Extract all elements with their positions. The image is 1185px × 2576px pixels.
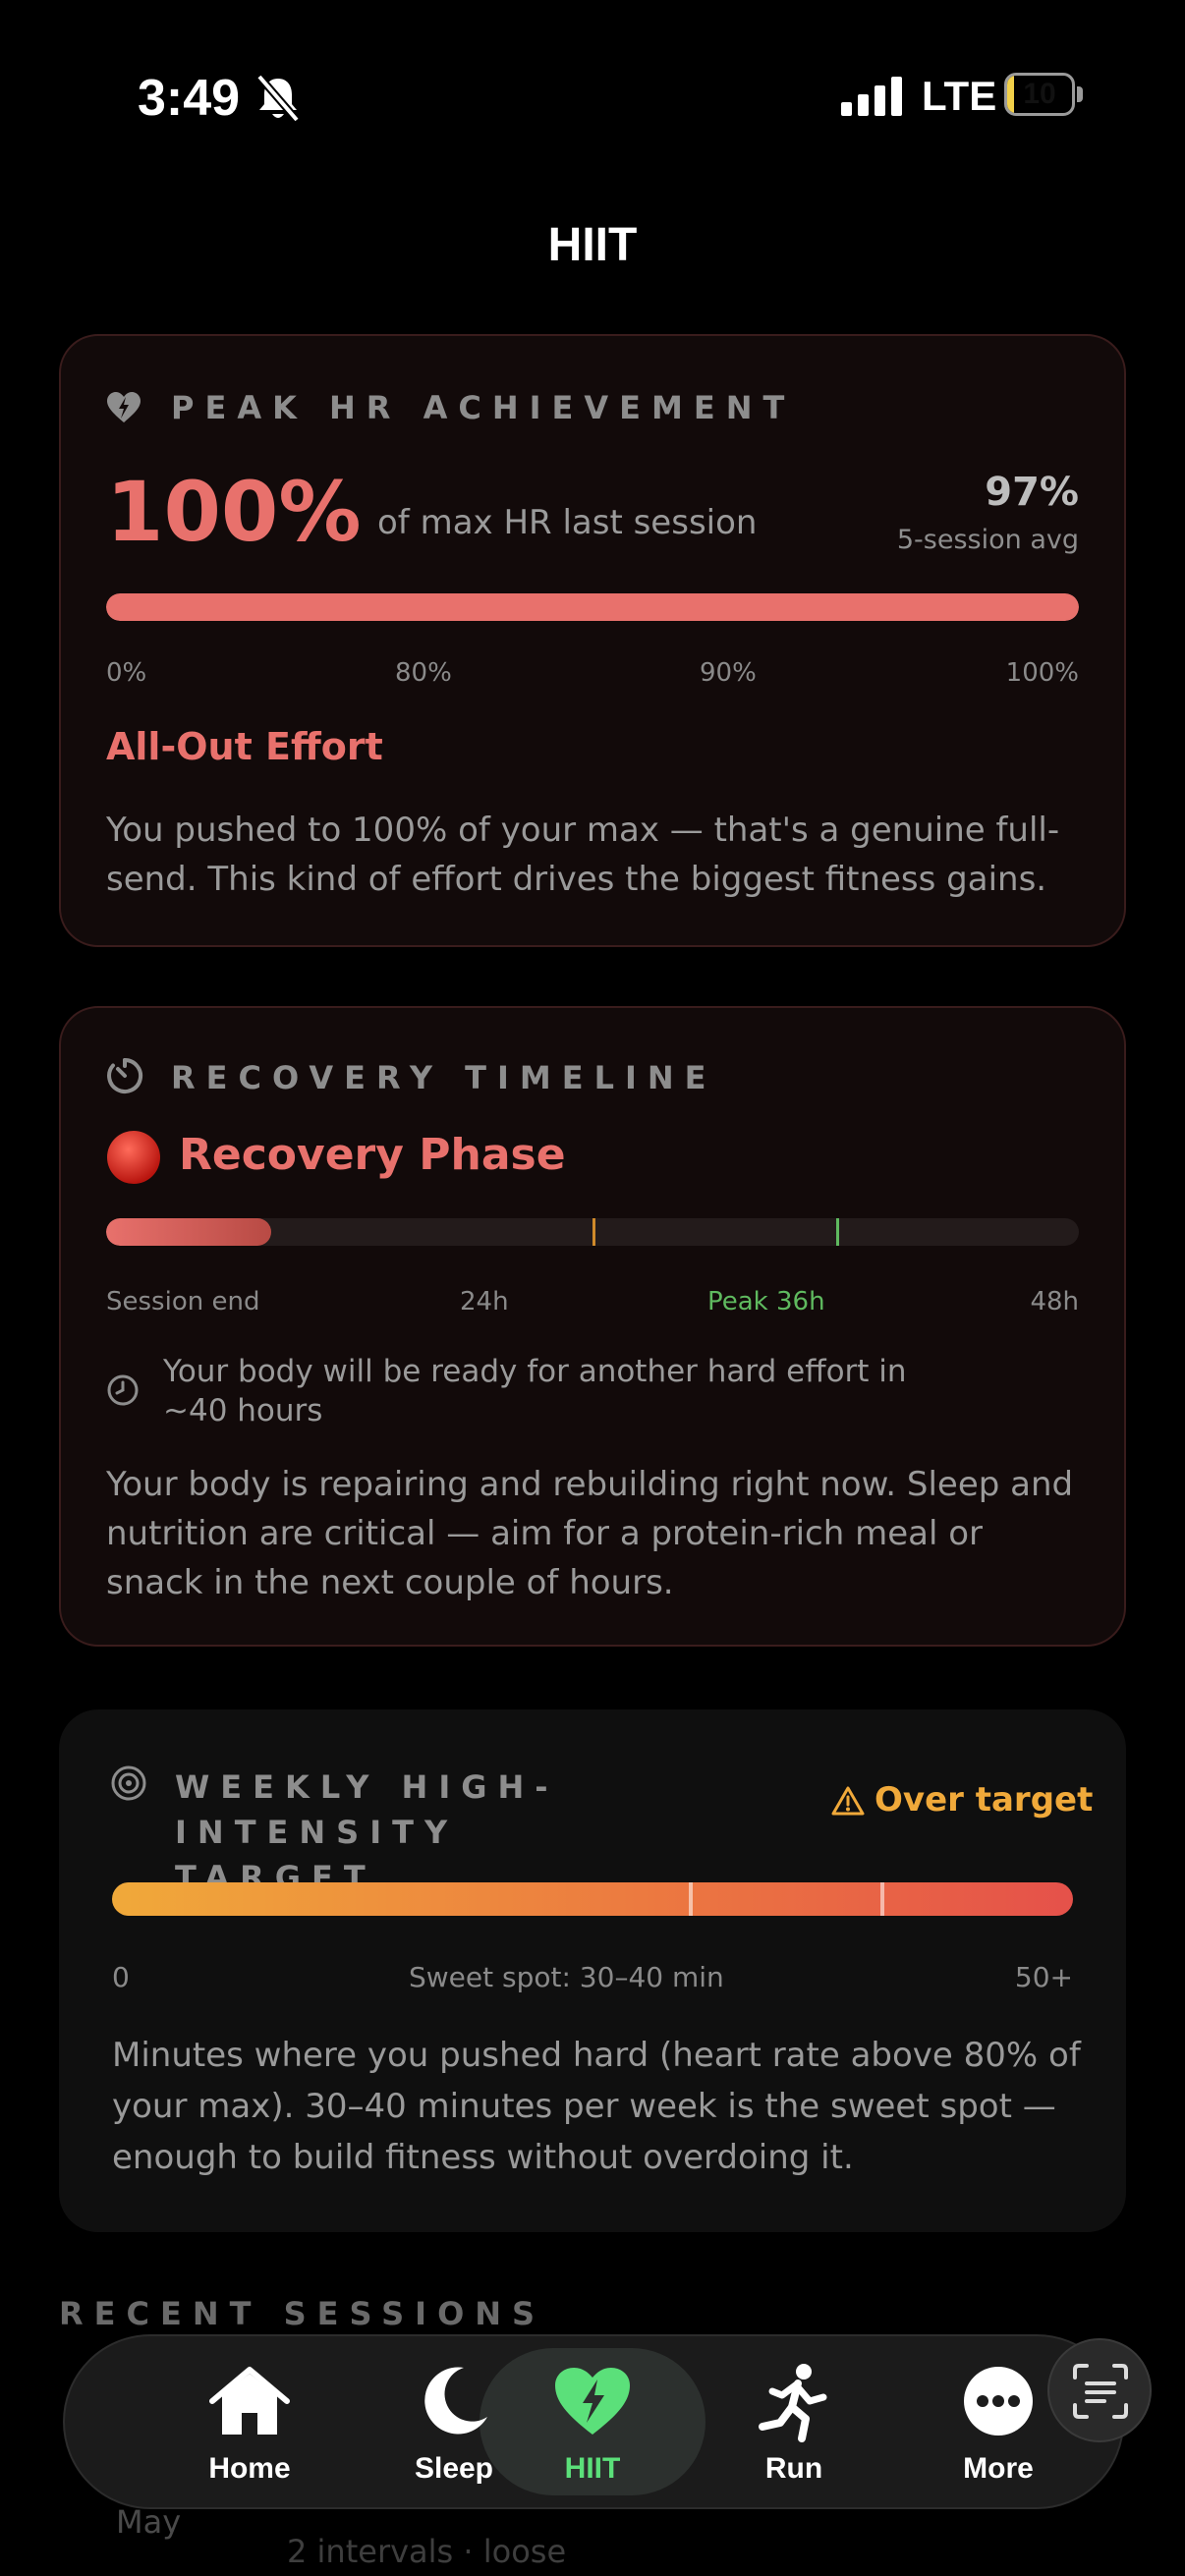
peak-hr-avg-caption: 5-session avg bbox=[896, 525, 1079, 555]
recovery-ready-note: Your body will be ready for another hard… bbox=[163, 1354, 907, 1428]
peak-hr-progress-bar bbox=[106, 593, 1079, 621]
peak-hr-tick-1: 80% bbox=[395, 658, 452, 688]
more-icon bbox=[964, 2367, 1033, 2436]
peak-hr-description: You pushed to 100% of your max — that's … bbox=[106, 811, 1060, 899]
scan-text-icon bbox=[1073, 2364, 1128, 2419]
battery-percent: 10 bbox=[1023, 78, 1056, 110]
recovery-tick-48h: 48h bbox=[1030, 1287, 1079, 1316]
recovery-progress-fill bbox=[106, 1218, 272, 1246]
peak-hr-avg-value: 97% bbox=[985, 470, 1079, 515]
peak-hr-tick-3: 100% bbox=[1005, 658, 1079, 688]
heart-bolt-icon bbox=[107, 392, 141, 422]
recent-sessions-heading: RECENT SESSIONS bbox=[59, 2295, 546, 2332]
tab-run-label: Run bbox=[764, 2452, 823, 2485]
recovery-heading: RECOVERY TIMELINE bbox=[171, 1059, 717, 1096]
runner-icon bbox=[759, 2364, 827, 2442]
peak-hr-value: 100% bbox=[106, 464, 362, 560]
peak-hr-tick-0: 0% bbox=[106, 658, 147, 688]
tab-hiit[interactable]: HIIT bbox=[494, 2336, 691, 2507]
warning-icon bbox=[831, 1786, 865, 1816]
weekly-tick-sweet-spot: Sweet spot: 30–40 min bbox=[409, 1961, 724, 1993]
cellular-signal-icon bbox=[841, 77, 902, 116]
recovery-tick-24h: 24h bbox=[460, 1287, 509, 1316]
page-title: HIIT bbox=[547, 219, 638, 271]
red-circle-icon bbox=[107, 1131, 160, 1184]
sweet-spot-start-marker bbox=[688, 1882, 693, 1916]
weekly-target-card: WEEKLY HIGH-INTENSITY TARGET Over target… bbox=[59, 1709, 1126, 2232]
weekly-target-heading: WEEKLY HIGH-INTENSITY TARGET bbox=[175, 1768, 559, 1896]
peak-hr-heading: PEAK HR ACHIEVEMENT bbox=[171, 389, 796, 426]
heart-bolt-icon bbox=[555, 2368, 630, 2435]
weekly-tick-zero: 0 bbox=[112, 1961, 130, 1993]
tab-home-label: Home bbox=[208, 2452, 291, 2485]
moon-icon bbox=[424, 2367, 487, 2435]
peak-hr-progress-fill bbox=[106, 593, 1079, 621]
peak-hr-value-caption: of max HR last session bbox=[377, 503, 758, 542]
status-time: 3:49 bbox=[138, 70, 241, 127]
network-type: LTE bbox=[922, 73, 997, 119]
weekly-tick-max: 50+ bbox=[1014, 1961, 1073, 1993]
recovery-phase-label: Recovery Phase bbox=[179, 1130, 566, 1180]
bottom-tab-bar: Home Sleep HIIT Run More bbox=[63, 2334, 1124, 2509]
effort-level-title: All-Out Effort bbox=[106, 725, 383, 768]
sweet-spot-end-marker bbox=[880, 1882, 885, 1916]
bell-muted-icon bbox=[255, 74, 301, 123]
scan-text-button[interactable] bbox=[1047, 2338, 1152, 2442]
recovery-marker-24h bbox=[592, 1218, 595, 1246]
tab-home[interactable]: Home bbox=[151, 2336, 348, 2507]
tab-more-label: More bbox=[963, 2452, 1034, 2485]
recovery-tick-peak: Peak 36h bbox=[707, 1287, 825, 1316]
peak-hr-tick-2: 90% bbox=[700, 658, 757, 688]
recovery-tick-start: Session end bbox=[106, 1287, 260, 1316]
clock-icon bbox=[107, 1374, 139, 1406]
battery-icon: 10 bbox=[1004, 73, 1075, 116]
recovery-card: RECOVERY TIMELINE Recovery Phase Session… bbox=[59, 1006, 1126, 1647]
tab-hiit-label: HIIT bbox=[564, 2452, 621, 2485]
timer-icon bbox=[107, 1057, 143, 1093]
weekly-status-label: Over target bbox=[875, 1780, 1094, 1820]
battery-nub bbox=[1077, 86, 1083, 102]
home-icon bbox=[209, 2367, 290, 2435]
weekly-target-bar bbox=[112, 1882, 1073, 1916]
peak-hr-card: PEAK HR ACHIEVEMENT 100% of max HR last … bbox=[59, 334, 1126, 947]
recent-session-peek: 2 intervals · loose bbox=[287, 2533, 567, 2570]
weekly-description: Minutes where you pushed hard (heart rat… bbox=[112, 2036, 1081, 2177]
recovery-marker-36h bbox=[835, 1218, 839, 1246]
recovery-description: Your body is repairing and rebuilding ri… bbox=[106, 1465, 1074, 1602]
tab-run[interactable]: Run bbox=[696, 2336, 892, 2507]
target-icon bbox=[111, 1765, 146, 1801]
recovery-timeline-bar bbox=[106, 1218, 1079, 1246]
